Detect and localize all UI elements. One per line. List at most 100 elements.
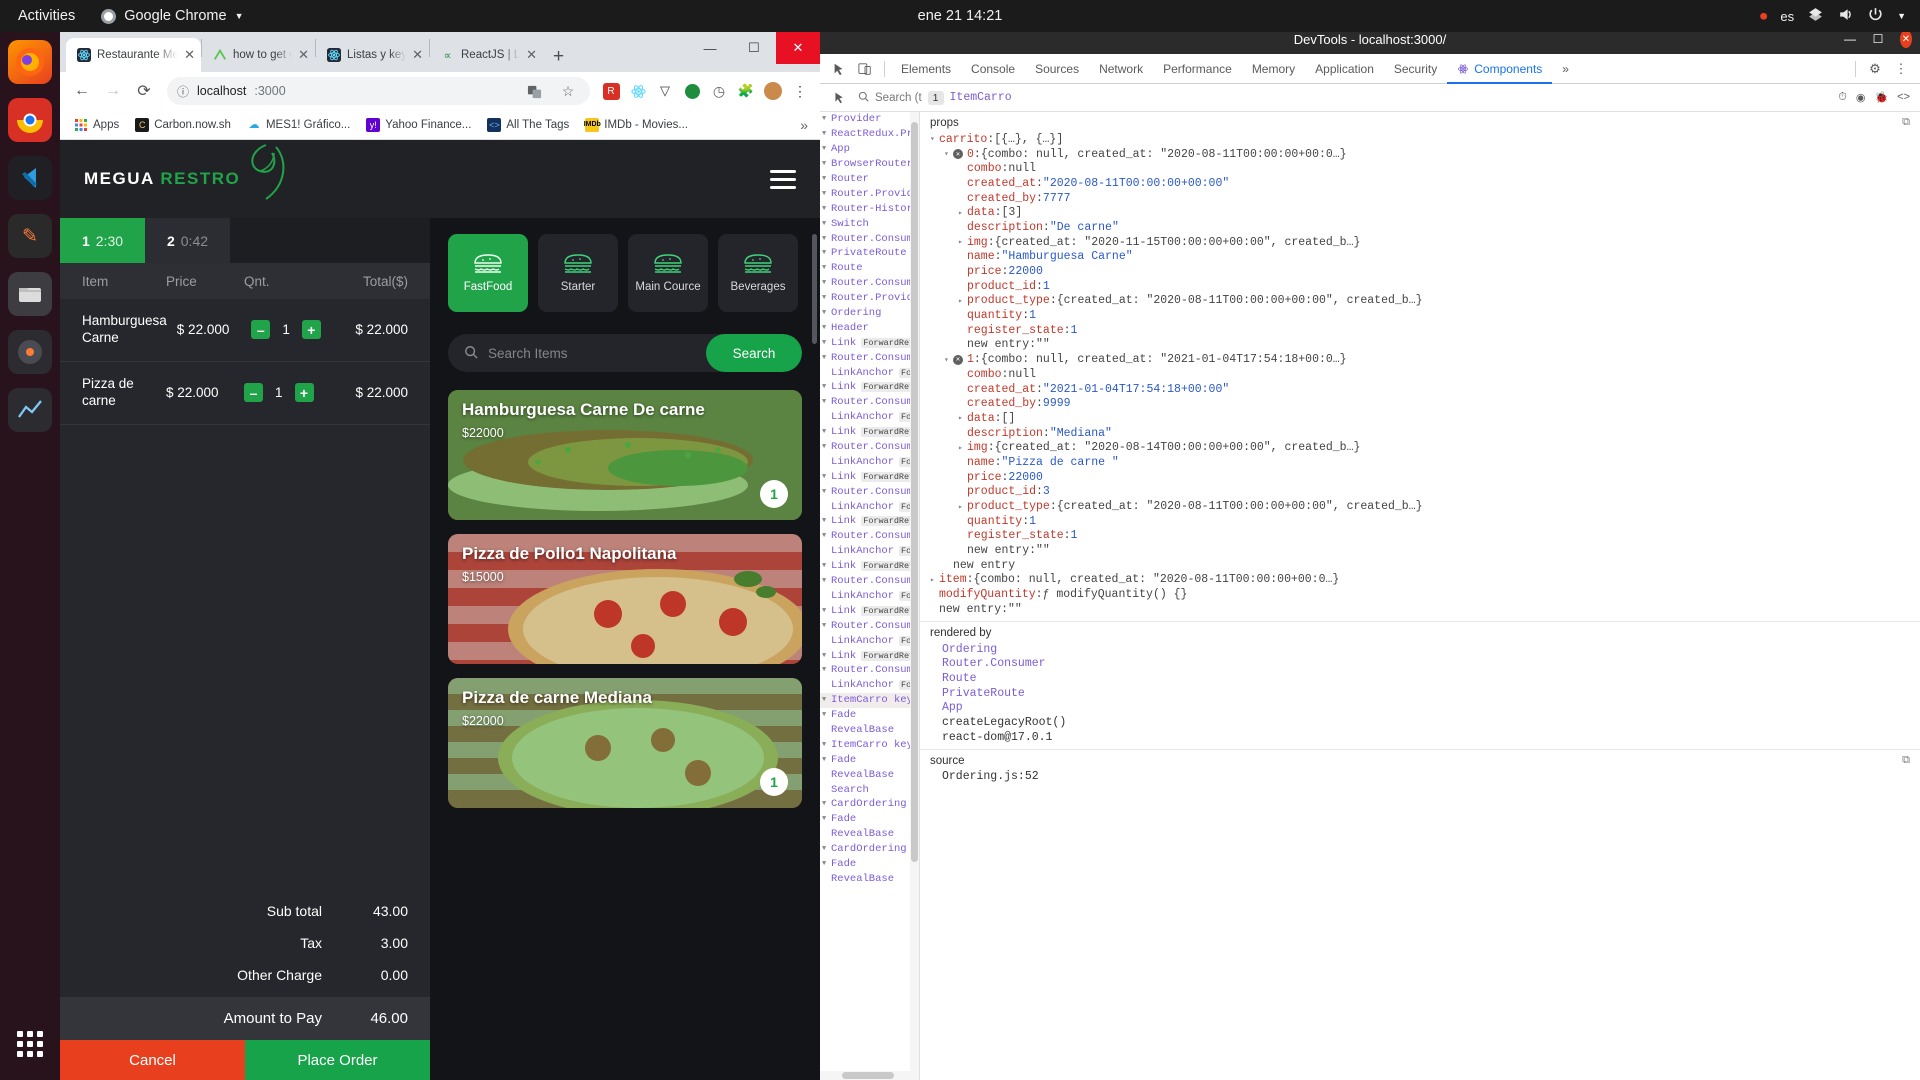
tree-node[interactable]: RevealBase: [820, 767, 919, 782]
props-row[interactable]: new entry: "": [920, 338, 1920, 353]
props-row[interactable]: combo: null: [920, 367, 1920, 382]
props-row[interactable]: ▾ carrito: [{…}, {…}]: [920, 132, 1920, 147]
copy-icon[interactable]: ⧉: [1902, 754, 1910, 767]
keyboard-layout-label[interactable]: es: [1780, 9, 1794, 24]
expand-arrow-icon[interactable]: ▸: [958, 413, 967, 423]
increment-button[interactable]: +: [301, 320, 321, 340]
tree-node[interactable]: ▼ Link ForwardRef: [820, 559, 919, 574]
tree-node[interactable]: ▼ CardOrdering ke: [820, 842, 919, 857]
maximize-button[interactable]: ☐: [732, 32, 776, 64]
rendered-by-item[interactable]: Route: [920, 671, 1920, 686]
chevron-down-icon[interactable]: ▼: [822, 190, 829, 198]
cancel-button[interactable]: Cancel: [60, 1040, 245, 1080]
tab-console[interactable]: Console: [961, 54, 1025, 84]
chevron-down-icon[interactable]: ▼: [822, 860, 829, 868]
extension-red-icon[interactable]: R: [599, 79, 623, 103]
expand-arrow-icon[interactable]: ▸: [958, 237, 967, 247]
bookmark-item[interactable]: IMDb IMDb - Movies...: [579, 115, 694, 135]
tree-node[interactable]: LinkAnchorForw: [820, 499, 919, 514]
tree-node[interactable]: ▼ Router.Consumer: [820, 663, 919, 678]
device-toolbar-icon[interactable]: [852, 56, 878, 82]
tree-node[interactable]: ▼ Provider: [820, 112, 919, 127]
tree-node[interactable]: RevealBase: [820, 723, 919, 738]
chevron-down-icon[interactable]: ▼: [822, 741, 829, 749]
chevron-down-icon[interactable]: ▼: [822, 264, 829, 272]
app-logo[interactable]: MEGUA RESTRO: [84, 144, 294, 203]
tree-node[interactable]: ▼ Router.Provider: [820, 291, 919, 306]
tree-node[interactable]: ▼ ItemCarro key=': [820, 692, 919, 708]
tree-node[interactable]: ▼ Router: [820, 172, 919, 187]
chevron-down-icon[interactable]: ▼: [822, 428, 829, 436]
tree-node[interactable]: LinkAnchorForw: [820, 454, 919, 469]
chevron-down-icon[interactable]: ▼: [822, 145, 829, 153]
chevron-down-icon[interactable]: ▼: [822, 696, 829, 704]
chevron-down-icon[interactable]: ▼: [822, 562, 829, 570]
chevron-down-icon[interactable]: ▼: [822, 473, 829, 481]
chevron-down-icon[interactable]: ▼: [822, 443, 829, 451]
tree-node[interactable]: ▼ Fade: [820, 708, 919, 723]
category-beverages[interactable]: Beverages: [718, 234, 798, 312]
activities-button[interactable]: Activities: [0, 8, 91, 24]
tab-elements[interactable]: Elements: [891, 54, 961, 84]
props-row[interactable]: register_state: 1: [920, 529, 1920, 544]
tree-node[interactable]: LinkAnchorForw: [820, 365, 919, 380]
site-info-icon[interactable]: ⓘ: [177, 83, 189, 100]
bookmark-item[interactable]: <> All The Tags: [481, 115, 575, 135]
props-row[interactable]: created_at: "2021-01-04T17:54:18+00:00": [920, 382, 1920, 397]
chevron-down-icon[interactable]: ▼: [822, 666, 829, 674]
chevron-down-icon[interactable]: ▼: [822, 383, 829, 391]
tab-components[interactable]: Components: [1447, 54, 1552, 84]
tab-sources[interactable]: Sources: [1025, 54, 1089, 84]
tree-node[interactable]: ▼ Link ForwardRef: [820, 648, 919, 663]
chevron-down-icon[interactable]: ▼: [822, 220, 829, 228]
copy-icon[interactable]: ⧉: [1902, 116, 1910, 129]
props-row[interactable]: ▾ ✕ 0: {combo: null, created_at: "2020-08-…: [920, 147, 1920, 162]
chevron-down-icon[interactable]: ▼: [822, 354, 829, 362]
scrollbar-thumb[interactable]: [911, 122, 918, 862]
close-button[interactable]: ✕: [776, 32, 820, 64]
expand-arrow-icon[interactable]: ▾: [944, 355, 953, 365]
rendered-by-item[interactable]: App: [920, 700, 1920, 715]
props-row[interactable]: created_at: "2020-08-11T00:00:00+00:00": [920, 176, 1920, 191]
inspect-element-icon[interactable]: [826, 56, 852, 82]
kebab-menu-icon[interactable]: ⋮: [1888, 56, 1914, 82]
props-row[interactable]: ▸ item: {combo: null, created_at: "2020-0…: [920, 573, 1920, 588]
minimize-button[interactable]: —: [688, 32, 732, 64]
bookmarks-overflow-button[interactable]: »: [800, 117, 812, 133]
chevron-down-icon[interactable]: ▼: [822, 622, 829, 630]
recorder-icon[interactable]: [680, 79, 704, 103]
new-tab-button[interactable]: +: [543, 46, 574, 72]
props-row[interactable]: new entry: "": [920, 543, 1920, 558]
tree-node[interactable]: ▼ Switch: [820, 216, 919, 231]
product-card[interactable]: Pizza de Pollo1 Napolitana $15000: [448, 534, 802, 664]
vimium-icon[interactable]: ▽: [653, 79, 677, 103]
dock-item-google-chrome[interactable]: [8, 98, 52, 142]
tree-node[interactable]: ▼ Fade: [820, 812, 919, 827]
back-icon[interactable]: ←: [68, 77, 96, 105]
close-icon[interactable]: ✕: [298, 47, 309, 63]
bookmark-item[interactable]: y! Yahoo Finance...: [360, 115, 477, 135]
tree-node[interactable]: LinkAnchorForw: [820, 633, 919, 648]
scrollbar-thumb[interactable]: [842, 1072, 894, 1079]
tab-memory[interactable]: Memory: [1242, 54, 1305, 84]
tree-node[interactable]: ▼ Router.Consumer: [820, 484, 919, 499]
dock-item-chart-app[interactable]: [8, 388, 52, 432]
hamburger-menu-icon[interactable]: [770, 169, 796, 189]
table-row[interactable]: Pizza de carne $ 22.000 – 1 + $ 22.000: [60, 362, 430, 425]
rendered-by-item[interactable]: Ordering: [920, 642, 1920, 657]
props-row[interactable]: ▸ data: [3]: [920, 205, 1920, 220]
props-row[interactable]: product_id: 3: [920, 485, 1920, 500]
chevron-down-icon[interactable]: ▼: [822, 339, 829, 347]
chevron-down-icon[interactable]: ▼: [822, 607, 829, 615]
tree-node[interactable]: ▼ Link ForwardRef: [820, 425, 919, 440]
tree-node[interactable]: ▼ Fade: [820, 857, 919, 872]
chevron-down-icon[interactable]: ▼: [822, 652, 829, 660]
props-row[interactable]: created_by: 7777: [920, 191, 1920, 206]
tree-node[interactable]: LinkAnchorForw: [820, 410, 919, 425]
close-icon[interactable]: ✕: [184, 47, 195, 63]
tree-node[interactable]: RevealBase: [820, 827, 919, 842]
translate-icon[interactable]: [522, 79, 546, 103]
tab-performance[interactable]: Performance: [1153, 54, 1242, 84]
tree-node[interactable]: ▼ Link ForwardRef: [820, 335, 919, 350]
product-card[interactable]: Hamburguesa Carne De carne $22000 1: [448, 390, 802, 520]
